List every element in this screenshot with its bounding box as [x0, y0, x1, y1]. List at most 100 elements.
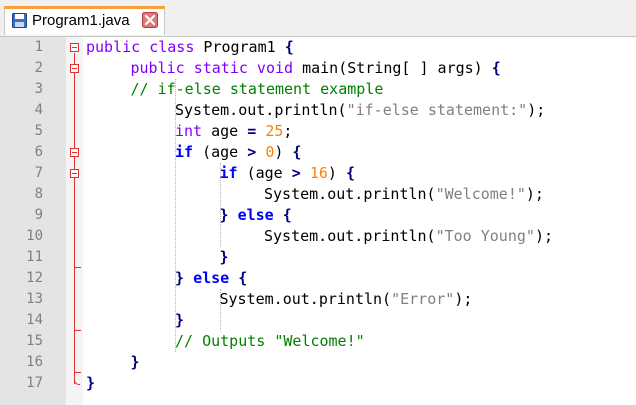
- fold-toggle-class-icon[interactable]: [70, 43, 79, 52]
- code-line: } else {: [220, 205, 292, 226]
- code-token: );: [525, 185, 544, 203]
- code-line: public class Program1 {: [86, 37, 294, 58]
- code-token: System.out.println(: [219, 290, 392, 308]
- code-line: if (age > 16) {: [220, 163, 355, 184]
- line-number: 3: [34, 81, 43, 97]
- line-number: 17: [26, 375, 43, 391]
- code-token: >: [291, 164, 301, 182]
- code-token: }: [130, 353, 140, 371]
- line-number: 13: [26, 291, 43, 307]
- code-token: else: [237, 206, 274, 224]
- fold-end-main: [74, 372, 81, 373]
- code-token: System.out.println(: [175, 101, 347, 119]
- tab-bar: Program1.java: [0, 0, 636, 37]
- code-token: );: [454, 290, 473, 308]
- close-icon[interactable]: [142, 12, 158, 28]
- code-token: if: [219, 164, 238, 182]
- line-number: 12: [26, 270, 43, 286]
- line-number: 6: [34, 144, 43, 160]
- code-token: "Error": [391, 290, 455, 308]
- code-token: "Welcome!": [435, 185, 526, 203]
- code-line: int age = 25;: [175, 121, 292, 142]
- code-token: >: [247, 143, 257, 161]
- code-line: public static void main(String[ ] args) …: [131, 58, 501, 79]
- line-number: 7: [34, 165, 43, 181]
- code-token: // if-else statement example: [130, 80, 384, 98]
- line-number: 11: [26, 249, 43, 265]
- fold-margin[interactable]: [66, 37, 83, 405]
- code-token: {: [284, 38, 294, 56]
- line-number: 10: [26, 228, 43, 244]
- line-number: 16: [26, 354, 43, 370]
- fold-toggle-main-icon[interactable]: [70, 64, 79, 73]
- code-line: System.out.println("Welcome!");: [264, 184, 544, 205]
- code-token: age: [202, 122, 248, 140]
- fold-toggle-inner-if-icon[interactable]: [70, 169, 79, 178]
- code-token: public class: [86, 38, 195, 56]
- code-token: (age: [237, 164, 292, 182]
- code-line: }: [86, 373, 95, 394]
- fold-end-class: [74, 379, 80, 385]
- line-number: 2: [34, 60, 43, 76]
- tab-program1-java[interactable]: Program1.java: [4, 6, 165, 35]
- line-number: 14: [26, 312, 43, 328]
- code-token: System.out.println(: [264, 185, 436, 203]
- code-token: public static void: [130, 59, 294, 77]
- code-token: {: [238, 269, 248, 287]
- code-token: 16: [309, 164, 328, 182]
- code-token: 25: [265, 122, 284, 140]
- code-token: ): [327, 164, 346, 182]
- code-token: }: [175, 311, 185, 329]
- code-line: }: [131, 352, 140, 373]
- code-line: }: [220, 247, 229, 268]
- code-token: Program1: [194, 38, 285, 56]
- code-token: System.out.println(: [264, 227, 436, 245]
- code-token: );: [527, 101, 546, 119]
- code-token: "Too Young": [435, 227, 535, 245]
- code-token: else: [193, 269, 230, 287]
- code-line: }: [175, 310, 184, 331]
- line-number: 15: [26, 333, 43, 349]
- code-token: ): [274, 143, 293, 161]
- code-line: } else {: [175, 268, 247, 289]
- line-number: 1: [34, 39, 43, 55]
- code-token: }: [219, 206, 229, 224]
- code-token: int: [175, 122, 203, 140]
- code-token: ;: [283, 122, 293, 140]
- code-token: main(String[ ] args): [293, 59, 492, 77]
- code-token: "if-else statement:": [346, 101, 528, 119]
- line-number-gutter[interactable]: 1 2 3 4 5 6 7 8 9 10 11 12 13 14 15 16 17: [0, 37, 66, 405]
- code-token: }: [86, 374, 96, 392]
- editor-window: Program1.java 1 2 3 4 5 6 7 8 9 10 11 12 13 14 15 16 17 …: [0, 0, 636, 405]
- code-token: );: [534, 227, 553, 245]
- fold-end-inner-if: [74, 267, 81, 268]
- code-token: {: [491, 59, 501, 77]
- save-icon: [12, 13, 27, 28]
- code-token: 0: [265, 143, 275, 161]
- code-line: System.out.println("Too Young");: [264, 226, 553, 247]
- fold-toggle-outer-if-icon[interactable]: [70, 148, 79, 157]
- code-line: System.out.println("Error");: [220, 289, 473, 310]
- line-number: 5: [34, 123, 43, 139]
- code-line: // Outputs "Welcome!": [175, 331, 365, 352]
- line-number: 4: [34, 102, 43, 118]
- code-token: // Outputs "Welcome!": [175, 332, 365, 350]
- code-token: }: [175, 269, 185, 287]
- code-token: {: [282, 206, 292, 224]
- code-token: {: [292, 143, 302, 161]
- code-token: {: [345, 164, 355, 182]
- code-token: }: [219, 248, 229, 266]
- line-number: 8: [34, 186, 43, 202]
- code-token: (age: [193, 143, 248, 161]
- code-line: if (age > 0) {: [175, 142, 301, 163]
- code-token: =: [247, 122, 257, 140]
- tab-title: Program1.java: [32, 12, 130, 29]
- fold-end-outer-if: [74, 330, 81, 331]
- code-token: if: [175, 143, 194, 161]
